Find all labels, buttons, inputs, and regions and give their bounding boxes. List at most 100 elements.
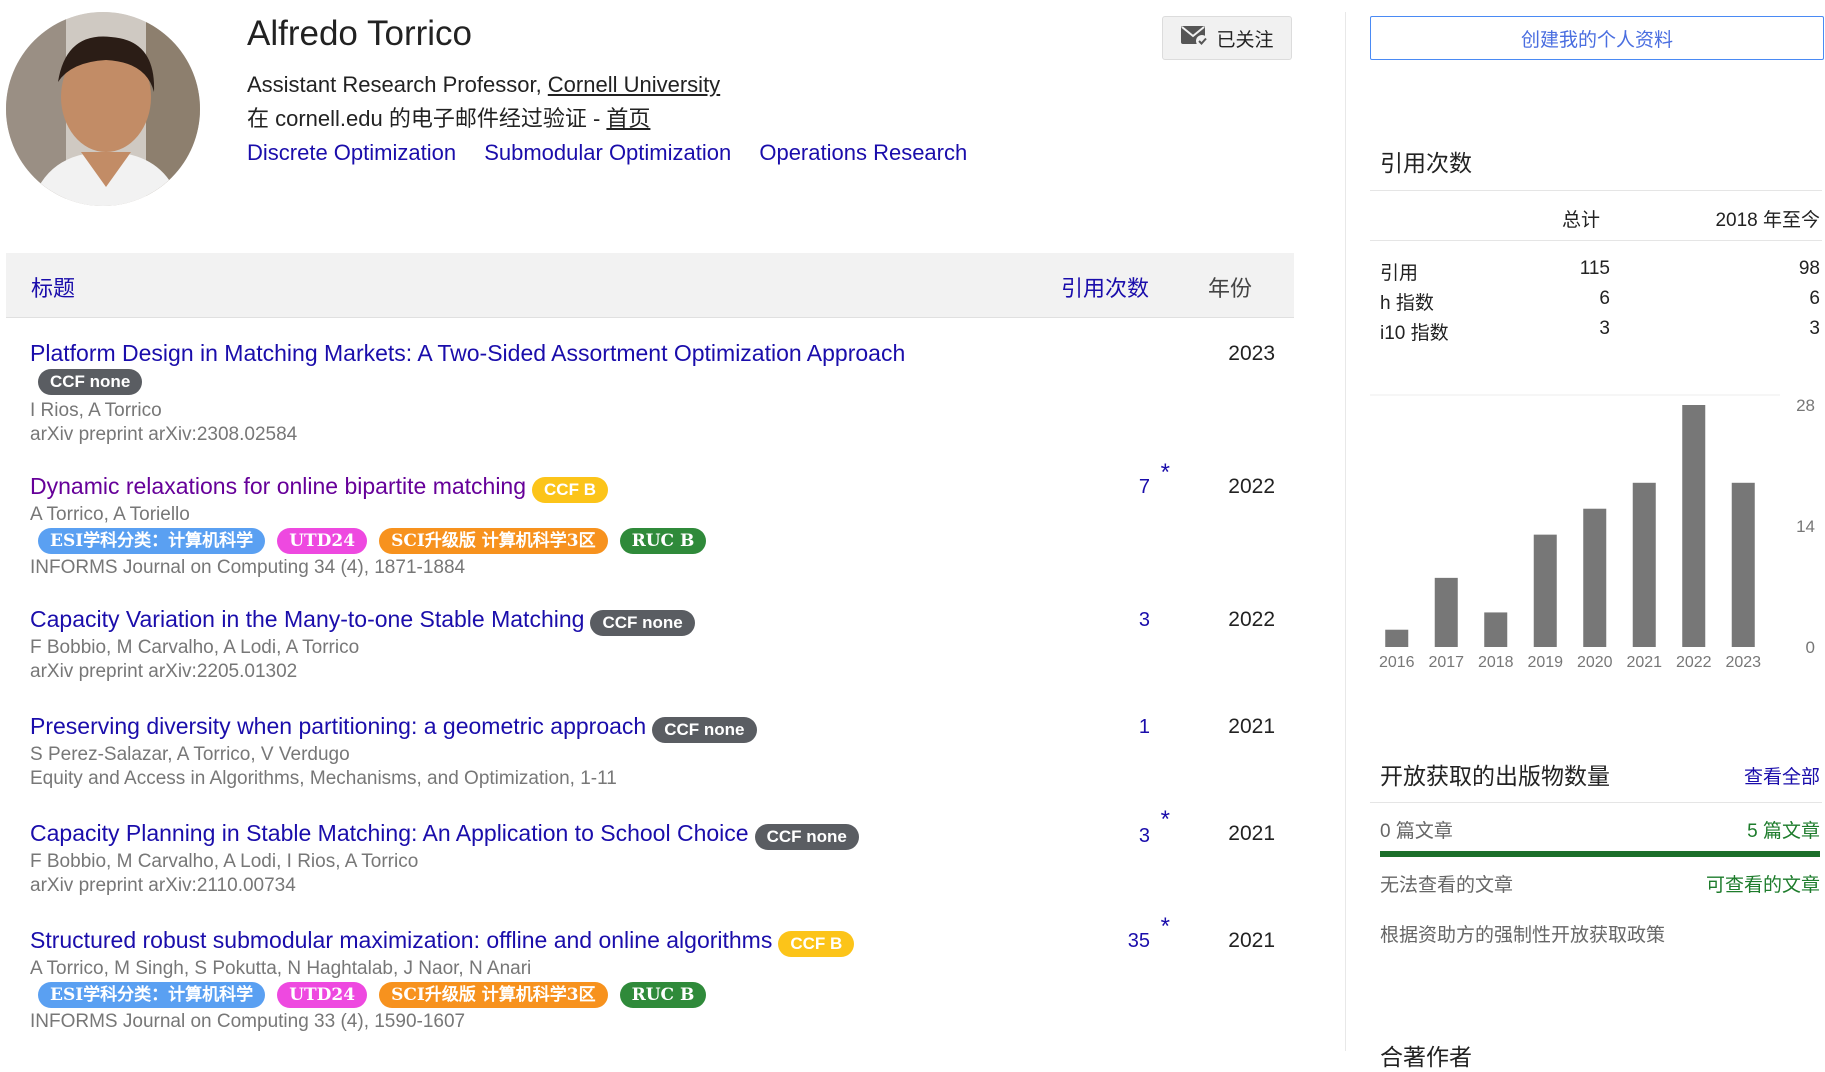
citations-title: 引用次数	[1380, 150, 1472, 176]
publications-table-header: 标题 引用次数 年份	[6, 253, 1294, 318]
paper-authors: S Perez-Salazar, A Torrico, V Verdugo	[30, 743, 350, 765]
chart-bar-2019[interactable]	[1533, 534, 1557, 647]
chart-bar-2022[interactable]	[1682, 405, 1706, 647]
paper-title[interactable]: Dynamic relaxations for online bipartite…	[30, 473, 526, 499]
chart-bar-2016[interactable]	[1385, 629, 1409, 647]
paper-venue: INFORMS Journal on Computing 34 (4), 187…	[30, 556, 466, 578]
merged-citation-star[interactable]: *	[1161, 806, 1170, 834]
interest-link[interactable]: Discrete Optimization	[247, 140, 456, 165]
profile-affiliation: Assistant Research Professor, Cornell Un…	[247, 72, 721, 97]
sort-by-citations[interactable]: 引用次数	[1061, 271, 1149, 303]
esi-badge: ESI学科分类：计算机科学	[38, 527, 266, 554]
column-divider	[1345, 12, 1346, 1051]
stat-label: h 指数	[1380, 293, 1434, 314]
mandate-text[interactable]: 根据资助方的强制性开放获取政策	[1380, 920, 1665, 947]
col-total-header: 总计	[1561, 210, 1600, 231]
paper-title[interactable]: Capacity Planning in Stable Matching: An…	[30, 820, 749, 846]
esi-badge: ESI学科分类：计算机科学	[38, 981, 266, 1008]
chart-bar-2023[interactable]	[1731, 482, 1755, 647]
stat-since: 98	[1798, 258, 1820, 279]
chart-bar-2017[interactable]	[1434, 577, 1458, 647]
ccf-badge: CCF B	[778, 930, 855, 957]
paper-year: 2021	[1228, 715, 1275, 738]
paper-row: Capacity Variation in the Many-to-one St…	[30, 604, 1290, 684]
citation-count[interactable]: 3	[1090, 825, 1150, 848]
merged-citation-star[interactable]: *	[1161, 913, 1170, 941]
paper-authors: F Bobbio, M Carvalho, A Lodi, I Rios, A …	[30, 850, 419, 872]
profile-name: Alfredo Torrico	[247, 14, 473, 53]
open-access-title: 开放获取的出版物数量	[1380, 763, 1610, 789]
divider	[1370, 190, 1822, 191]
ccf-badge: CCF none	[38, 369, 143, 395]
paper-venue: arXiv preprint arXiv:2205.01302	[30, 660, 298, 682]
unavailable-label[interactable]: 无法查看的文章	[1380, 870, 1513, 897]
ccf-badge: CCF B	[532, 476, 608, 503]
paper-title[interactable]: Preserving diversity when partitioning: …	[30, 713, 646, 739]
stat-total: 3	[1599, 318, 1610, 339]
homepage-link[interactable]: 首页	[606, 106, 650, 131]
paper-authors: A Torrico, A Toriello	[30, 503, 190, 525]
ccf-badge: CCF none	[754, 823, 859, 850]
citation-count[interactable]: 3	[1090, 609, 1150, 632]
email-verification: 在 cornell.edu 的电子邮件经过验证 - 首页	[247, 106, 651, 131]
citation-count[interactable]: 7	[1090, 476, 1150, 499]
mail-check-icon	[1180, 23, 1209, 53]
paper-venue: Equity and Access in Algorithms, Mechani…	[30, 767, 617, 789]
available-label[interactable]: 可查看的文章	[1660, 870, 1820, 897]
divider	[1370, 802, 1822, 803]
paper-title[interactable]: Capacity Variation in the Many-to-one St…	[30, 606, 584, 632]
research-interests: Discrete Optimization Submodular Optimiz…	[247, 140, 989, 166]
citations-chart: 2016 2017 2018 2019 2020 2021 2022 2023 28 14 0	[1370, 394, 1815, 671]
chart-ytick: 28	[1796, 396, 1815, 415]
citation-count[interactable]: 35	[1090, 930, 1150, 953]
ccf-badge: CCF none	[652, 716, 757, 743]
chart-xtick: 2018	[1478, 654, 1514, 671]
affiliation-link[interactable]: Cornell University	[548, 72, 720, 97]
chart-bar-2018[interactable]	[1484, 612, 1508, 647]
paper-venue: INFORMS Journal on Computing 33 (4), 159…	[30, 1010, 466, 1032]
coauthors-title: 合著作者	[1380, 1044, 1472, 1070]
ccf-badge: CCF none	[590, 609, 695, 636]
paper-year: 2023	[1228, 342, 1275, 365]
paper-row: Capacity Planning in Stable Matching: An…	[30, 806, 1290, 898]
utd-badge: UTD24	[277, 527, 368, 554]
sci-badge: SCI升级版 计算机科学3区	[379, 527, 608, 554]
interest-link[interactable]: Operations Research	[759, 140, 967, 165]
paper-venue: arXiv preprint arXiv:2110.00734	[30, 874, 296, 896]
available-count[interactable]: 5 篇文章	[1680, 816, 1820, 843]
merged-citation-star[interactable]: *	[1161, 459, 1170, 487]
stat-total: 115	[1579, 258, 1610, 279]
stat-total: 6	[1599, 288, 1610, 309]
paper-title[interactable]: Platform Design in Matching Markets: A T…	[30, 340, 905, 366]
sort-by-year[interactable]: 年份	[1208, 271, 1252, 303]
paper-row: Preserving diversity when partitioning: …	[30, 711, 1290, 791]
citation-count[interactable]: 1	[1090, 716, 1150, 739]
chart-xtick: 2021	[1626, 654, 1662, 671]
paper-authors: I Rios, A Torrico	[30, 400, 162, 421]
chart-xtick: 2022	[1676, 654, 1712, 671]
follow-button[interactable]: 已关注	[1162, 16, 1292, 60]
unavailable-count[interactable]: 0 篇文章	[1380, 816, 1453, 843]
paper-row: Structured robust submodular maximizatio…	[30, 913, 1290, 1034]
utd-badge: UTD24	[277, 981, 368, 1008]
ruc-badge: RUC B	[619, 981, 707, 1008]
open-access-progress-bar	[1380, 851, 1820, 857]
create-profile-button[interactable]: 创建我的个人资料	[1370, 16, 1824, 60]
stat-label: i10 指数	[1380, 323, 1449, 344]
paper-year: 2022	[1228, 608, 1275, 631]
stat-since: 6	[1809, 288, 1820, 309]
paper-row: Platform Design in Matching Markets: A T…	[30, 338, 1290, 447]
chart-xtick: 2017	[1428, 654, 1464, 671]
chart-bar-2021[interactable]	[1632, 482, 1656, 647]
paper-title[interactable]: Structured robust submodular maximizatio…	[30, 927, 772, 953]
interest-link[interactable]: Submodular Optimization	[484, 140, 731, 165]
paper-venue: arXiv preprint arXiv:2308.02584	[30, 424, 298, 445]
view-all-link[interactable]: 查看全部	[1700, 762, 1820, 789]
col-since-header: 2018 年至今	[1715, 210, 1820, 231]
ruc-badge: RUC B	[619, 527, 707, 554]
profile-avatar	[6, 12, 200, 206]
chart-bar-2020[interactable]	[1583, 508, 1607, 647]
paper-authors: A Torrico, M Singh, S Pokutta, N Haghtal…	[30, 957, 532, 979]
chart-ytick: 0	[1806, 638, 1815, 657]
sci-badge: SCI升级版 计算机科学3区	[379, 981, 608, 1008]
